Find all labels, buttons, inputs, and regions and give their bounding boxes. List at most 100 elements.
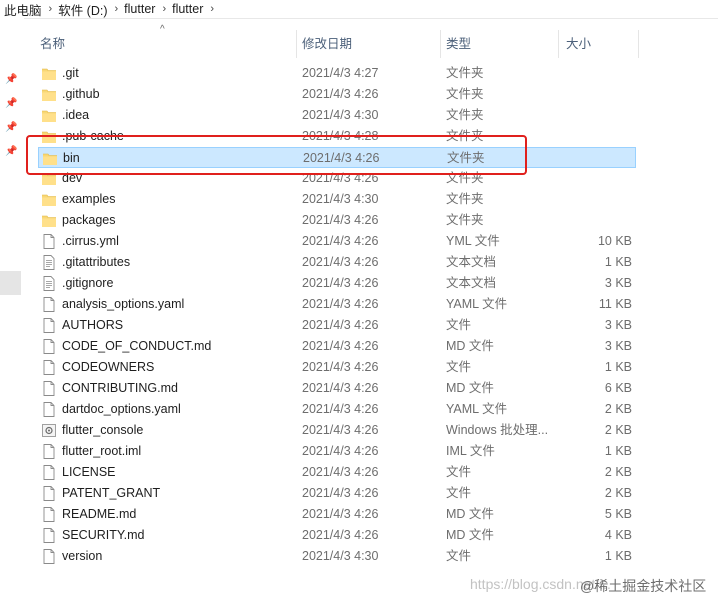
file-modified-date: 2021/4/3 4:26 (302, 507, 379, 521)
file-name: .gitattributes (62, 255, 131, 269)
file-name: .git (62, 66, 79, 80)
file-name: flutter_console (62, 423, 144, 437)
column-divider[interactable] (638, 30, 639, 58)
file-type: 文件 (446, 549, 472, 563)
file-size: 3 KB (604, 276, 632, 290)
navigation-selected-item[interactable] (0, 271, 21, 295)
file-row[interactable]: .github 2021/4/3 4:26 文件夹 (38, 84, 636, 105)
breadcrumb: 此电脑 › 软件 (D:) › flutter › flutter › (0, 0, 718, 19)
file-row[interactable]: AUTHORS 2021/4/3 4:26 文件 3 KB (38, 315, 636, 336)
file-name: CONTRIBUTING.md (62, 381, 178, 395)
file-icon (42, 444, 56, 459)
file-name: flutter_root.iml (62, 444, 142, 458)
breadcrumb-this-pc[interactable]: 此电脑 (4, 0, 42, 19)
column-header: ^ 名称 修改日期 类型 大小 (30, 24, 640, 58)
file-size (558, 84, 632, 105)
breadcrumb-flutter-current[interactable]: flutter (172, 2, 203, 16)
file-modified-date: 2021/4/3 4:26 (302, 402, 379, 416)
file-row[interactable]: .pub-cache 2021/4/3 4:28 文件夹 (38, 126, 636, 147)
file-size: 2 KB (604, 486, 632, 500)
file-type: YML 文件 (446, 234, 500, 248)
file-row[interactable]: README.md 2021/4/3 4:26 MD 文件 5 KB (38, 504, 636, 525)
file-icon (42, 402, 56, 417)
chevron-right-icon[interactable]: › (49, 3, 53, 15)
breadcrumb-flutter[interactable]: flutter (124, 2, 155, 16)
file-size: 1 KB (604, 444, 632, 458)
file-row[interactable]: examples 2021/4/3 4:30 文件夹 (38, 189, 636, 210)
file-row[interactable]: flutter_console 2021/4/3 4:26 Windows 批处理.… (38, 420, 636, 441)
file-icon (42, 234, 56, 249)
column-divider[interactable] (558, 30, 559, 58)
file-modified-date: 2021/4/3 4:30 (302, 192, 379, 206)
file-row[interactable]: PATENT_GRANT 2021/4/3 4:26 文件 2 KB (38, 483, 636, 504)
pin-icon: 📌 (5, 122, 18, 133)
chevron-right-icon[interactable]: › (115, 3, 119, 15)
file-modified-date: 2021/4/3 4:26 (302, 423, 379, 437)
folder-icon (42, 87, 56, 102)
file-size: 1 KB (604, 360, 632, 374)
file-row[interactable]: SECURITY.md 2021/4/3 4:26 MD 文件 4 KB (38, 525, 636, 546)
watermark-brand: @稀土掘金技术社区 (580, 578, 707, 594)
file-type: IML 文件 (446, 444, 495, 458)
file-row[interactable]: LICENSE 2021/4/3 4:26 文件 2 KB (38, 462, 636, 483)
file-type: MD 文件 (446, 339, 494, 353)
folder-icon (42, 129, 56, 144)
pin-icon: 📌 (5, 98, 18, 109)
file-type: 文件 (446, 360, 472, 374)
folder-icon (42, 171, 56, 186)
file-row[interactable]: .idea 2021/4/3 4:30 文件夹 (38, 105, 636, 126)
file-type: MD 文件 (446, 507, 494, 521)
file-modified-date: 2021/4/3 4:26 (302, 297, 379, 311)
column-divider[interactable] (440, 30, 441, 58)
file-icon (42, 465, 56, 480)
file-name: packages (62, 213, 116, 227)
column-name[interactable]: 名称 (40, 30, 65, 58)
column-type[interactable]: 类型 (446, 30, 471, 58)
file-row[interactable]: CODE_OF_CONDUCT.md 2021/4/3 4:26 MD 文件 3 KB (38, 336, 636, 357)
file-row[interactable]: flutter_root.iml 2021/4/3 4:26 IML 文件 1 KB (38, 441, 636, 462)
file-type: 文件夹 (446, 213, 484, 227)
file-size (558, 63, 632, 84)
pin-icon: 📌 (5, 146, 18, 157)
file-type: MD 文件 (446, 381, 494, 395)
file-row[interactable]: CODEOWNERS 2021/4/3 4:26 文件 1 KB (38, 357, 636, 378)
file-size: 5 KB (604, 507, 632, 521)
file-type: YAML 文件 (446, 297, 508, 311)
chevron-right-icon[interactable]: › (162, 3, 166, 15)
file-row[interactable]: CONTRIBUTING.md 2021/4/3 4:26 MD 文件 6 KB (38, 378, 636, 399)
text-file-icon (42, 276, 56, 291)
file-name: AUTHORS (62, 318, 124, 332)
file-type: MD 文件 (446, 528, 494, 542)
file-row[interactable]: version 2021/4/3 4:30 文件 1 KB (38, 546, 636, 567)
file-size: 2 KB (604, 465, 632, 479)
file-name: PATENT_GRANT (62, 486, 161, 500)
file-row[interactable]: .gitattributes 2021/4/3 4:26 文本文档 1 KB (38, 252, 636, 273)
file-row[interactable]: dev 2021/4/3 4:26 文件夹 (38, 168, 636, 189)
file-row[interactable]: .cirrus.yml 2021/4/3 4:26 YML 文件 10 KB (38, 231, 636, 252)
file-row[interactable]: .git 2021/4/3 4:27 文件夹 (38, 63, 636, 84)
file-type: 文件夹 (446, 129, 484, 143)
column-divider[interactable] (296, 30, 297, 58)
file-row[interactable]: analysis_options.yaml 2021/4/3 4:26 YAML 文… (38, 294, 636, 315)
file-row[interactable]: .gitignore 2021/4/3 4:26 文本文档 3 KB (38, 273, 636, 294)
file-icon (42, 318, 56, 333)
file-row[interactable]: bin 2021/4/3 4:26 文件夹 (38, 147, 636, 168)
file-type: 文件夹 (446, 171, 484, 185)
column-date[interactable]: 修改日期 (302, 30, 352, 58)
navigation-pane: 📌 📌 📌 📌 (0, 18, 24, 612)
pin-icon: 📌 (5, 74, 18, 85)
file-name: analysis_options.yaml (62, 297, 185, 311)
column-size[interactable]: 大小 (566, 30, 591, 58)
breadcrumb-drive-d[interactable]: 软件 (D:) (58, 0, 107, 19)
file-type: 文件 (446, 486, 472, 500)
file-name: .idea (62, 108, 90, 122)
file-row[interactable]: dartdoc_options.yaml 2021/4/3 4:26 YAML 文件… (38, 399, 636, 420)
folder-icon (43, 151, 57, 166)
file-modified-date: 2021/4/3 4:26 (302, 213, 379, 227)
chevron-right-icon[interactable]: › (210, 3, 214, 15)
file-name: .gitignore (62, 276, 114, 290)
file-size (558, 126, 632, 147)
file-modified-date: 2021/4/3 4:26 (302, 465, 379, 479)
file-row[interactable]: packages 2021/4/3 4:26 文件夹 (38, 210, 636, 231)
file-size: 2 KB (604, 423, 632, 437)
